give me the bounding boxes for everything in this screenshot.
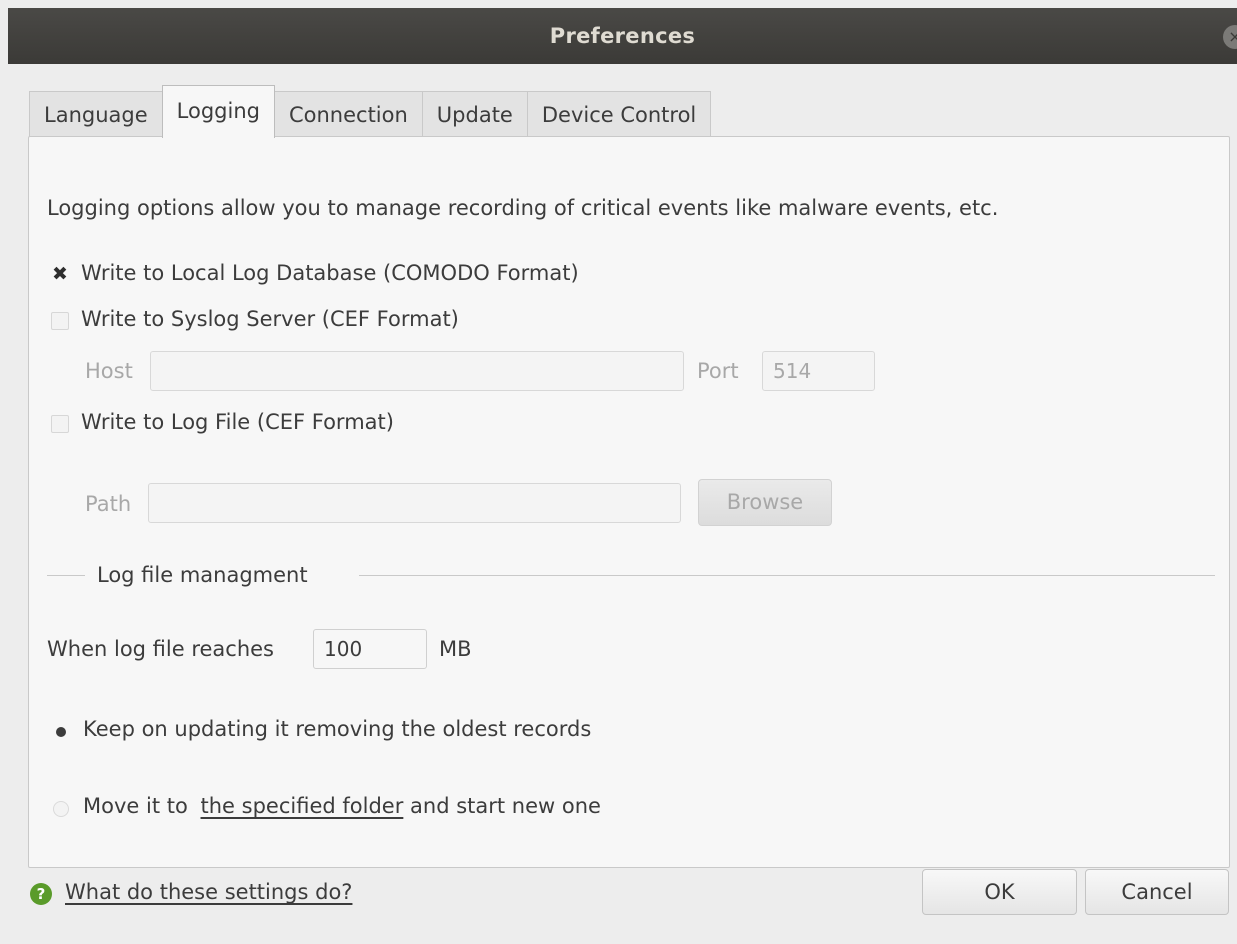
tab-connection[interactable]: Connection: [273, 91, 423, 137]
tab-update[interactable]: Update: [421, 91, 528, 137]
size-input[interactable]: 100: [313, 629, 427, 669]
keep-updating-radio[interactable]: [53, 724, 69, 740]
syslog-label: Write to Syslog Server (CEF Format): [81, 307, 459, 331]
title-bar: Preferences ×: [8, 8, 1237, 64]
syslog-checkbox[interactable]: [51, 312, 69, 330]
local-db-checkbox[interactable]: ✖: [51, 265, 69, 284]
tab-device-control[interactable]: Device Control: [526, 91, 712, 137]
move-prefix: Move it to: [83, 794, 188, 818]
close-icon[interactable]: ×: [1223, 25, 1237, 49]
keep-updating-label: Keep on updating it removing the oldest …: [83, 717, 592, 741]
logging-panel: Logging options allow you to manage reco…: [28, 136, 1230, 868]
tab-logging[interactable]: Logging: [161, 85, 275, 138]
path-input[interactable]: [148, 483, 681, 523]
tab-language[interactable]: Language: [29, 91, 163, 137]
separator-left: [47, 575, 85, 576]
size-unit: MB: [439, 637, 472, 661]
move-option-text: Move it to the specified folder and star…: [83, 794, 601, 818]
log-management-title: Log file managment: [97, 563, 308, 587]
browse-button[interactable]: Browse: [698, 479, 832, 526]
move-radio[interactable]: [53, 801, 69, 817]
host-input[interactable]: [150, 351, 684, 391]
ok-button[interactable]: OK: [922, 869, 1077, 915]
log-file-checkbox[interactable]: [51, 415, 69, 433]
cancel-button[interactable]: Cancel: [1085, 869, 1229, 915]
port-input[interactable]: 514: [762, 351, 875, 391]
tab-bar: Language Logging Connection Update Devic…: [29, 84, 712, 138]
path-label: Path: [85, 492, 132, 516]
log-file-label: Write to Log File (CEF Format): [81, 410, 394, 434]
local-db-label: Write to Local Log Database (COMODO Form…: [81, 261, 579, 285]
window-title: Preferences: [549, 24, 696, 48]
move-suffix: and start new one: [410, 794, 601, 818]
host-label: Host: [85, 359, 133, 383]
port-label: Port: [697, 359, 739, 383]
preferences-dialog: Language Logging Connection Update Devic…: [8, 64, 1237, 944]
separator-right: [359, 575, 1215, 576]
help-icon: ?: [30, 883, 52, 905]
size-label: When log file reaches: [47, 637, 275, 661]
logging-description: Logging options allow you to manage reco…: [47, 196, 999, 220]
specified-folder-link[interactable]: the specified folder: [201, 794, 404, 818]
help-link[interactable]: What do these settings do?: [65, 880, 352, 904]
